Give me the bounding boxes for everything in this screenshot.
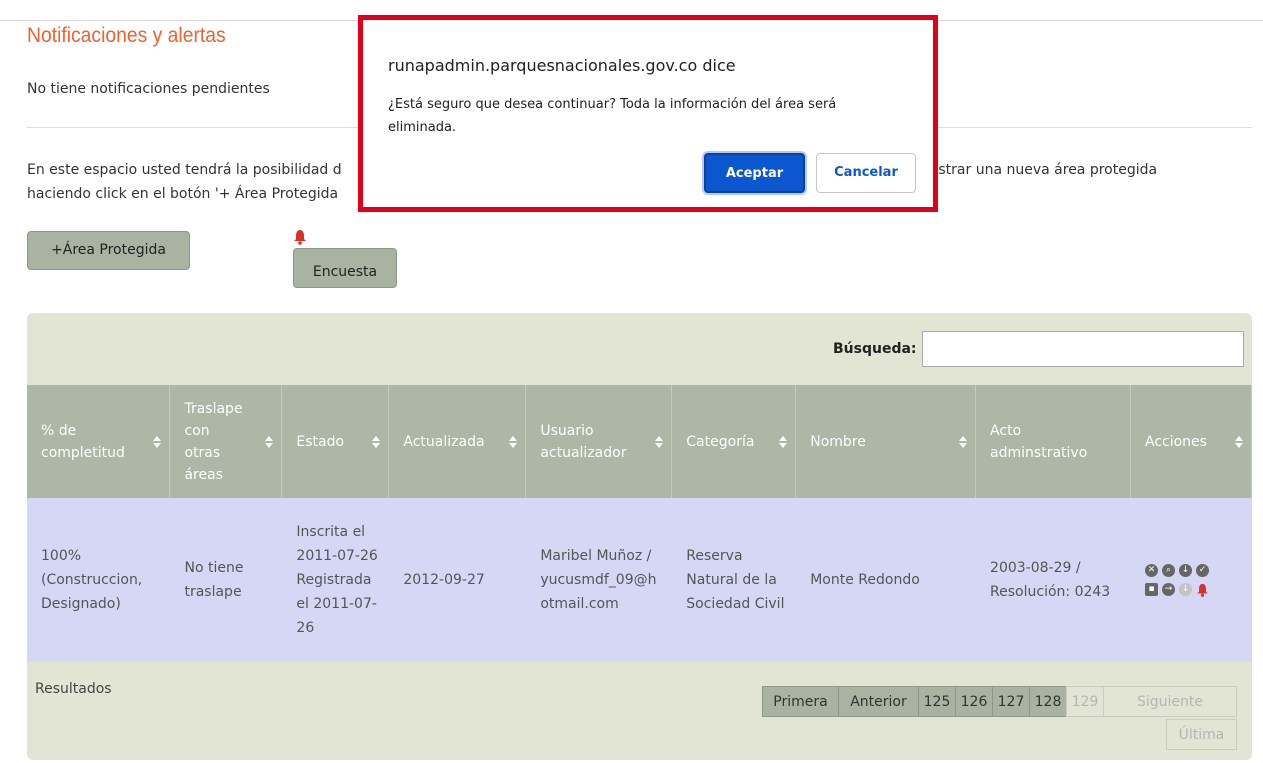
add-area-button[interactable]: +Área Protegida — [27, 231, 190, 270]
dialog-cancel-button[interactable]: Cancelar — [816, 153, 916, 193]
check-icon[interactable]: ✓ — [1196, 563, 1209, 577]
table-row[interactable]: 100% (Construccion, Designado) No tiene … — [27, 498, 1252, 662]
areas-table: % de completitud Traslape con otras área… — [27, 385, 1252, 662]
sort-icon — [509, 435, 518, 448]
pagination-page[interactable]: 128 — [1029, 686, 1067, 717]
sort-icon — [959, 435, 968, 448]
column-header-acto[interactable]: Acto adminstrativo — [975, 385, 1131, 498]
column-header-completitud[interactable]: % de completitud — [27, 385, 171, 498]
pagination-last: Última — [1166, 719, 1237, 750]
download-disabled-icon: ↓ — [1179, 582, 1192, 596]
dialog-message: ¿Está seguro que desea continuar? Toda l… — [388, 97, 837, 135]
pagination-page[interactable]: 127 — [992, 686, 1030, 717]
row-actions: ✕ ⌕ ↓ ✓ ▪ → ↓ — [1145, 563, 1241, 597]
results-label: Resultados — [35, 681, 112, 697]
column-header-actualizada[interactable]: Actualizada — [388, 385, 527, 498]
column-header-acciones[interactable]: Acciones — [1130, 385, 1252, 498]
sort-icon — [372, 435, 381, 448]
image-icon[interactable]: ▪ — [1145, 582, 1158, 596]
cell-acciones: ✕ ⌕ ↓ ✓ ▪ → ↓ — [1130, 498, 1252, 662]
column-header-estado[interactable]: Estado — [281, 385, 390, 498]
column-header-label: Actualizada — [403, 433, 485, 450]
cell-traslape: No tiene traslape — [169, 498, 283, 662]
pagination-first[interactable]: Primera — [762, 686, 839, 717]
sort-icon — [1235, 435, 1243, 448]
delete-icon[interactable]: ✕ — [1145, 563, 1158, 577]
column-header-usuario[interactable]: Usuario actualizador — [525, 385, 673, 498]
download-icon[interactable]: ↓ — [1179, 563, 1192, 577]
cell-estado: Inscrita el 2011-07-26 Registrada el 201… — [281, 498, 390, 662]
arrow-right-icon[interactable]: → — [1162, 582, 1175, 596]
pagination-page-current: 129 — [1066, 686, 1104, 717]
column-header-label: Categoría — [686, 433, 755, 450]
cell-acto: 2003-08-29 / Resolución: 0243 — [975, 498, 1131, 662]
column-header-label: Estado — [296, 433, 345, 450]
column-header-traslape[interactable]: Traslape con otras áreas — [169, 385, 283, 498]
cell-completitud: 100% (Construccion, Designado) — [27, 498, 171, 662]
column-header-label: Nombre — [810, 433, 866, 450]
bell-icon[interactable] — [1196, 583, 1209, 597]
sort-icon — [779, 435, 788, 448]
column-header-label: Acciones — [1145, 433, 1207, 450]
cell-nombre: Monte Redondo — [795, 498, 977, 662]
table-header-row: % de completitud Traslape con otras área… — [27, 385, 1252, 498]
column-header-label: Acto adminstrativo — [990, 422, 1088, 461]
cell-actualizada: 2012-09-27 — [388, 498, 527, 662]
pagination-previous[interactable]: Anterior — [838, 686, 919, 717]
pagination-next: Siguiente — [1103, 686, 1237, 717]
cell-usuario: Maribel Muñoz / yucusmdf_09@hotmail.com — [525, 498, 673, 662]
dialog-site-title: runapadmin.parquesnacionales.gov.co dice — [388, 56, 736, 75]
column-header-label: Usuario actualizador — [540, 422, 627, 461]
search-label: Búsqueda: — [833, 341, 917, 357]
column-header-label: Traslape con otras áreas — [184, 400, 243, 483]
search-input[interactable] — [922, 331, 1244, 367]
survey-button[interactable]: Encuesta — [293, 248, 397, 288]
cell-categoria: Reserva Natural de la Sociedad Civil — [671, 498, 797, 662]
confirm-dialog: runapadmin.parquesnacionales.gov.co dice… — [358, 15, 938, 212]
search-icon[interactable]: ⌕ — [1162, 563, 1175, 577]
pagination-page[interactable]: 126 — [955, 686, 993, 717]
column-header-nombre[interactable]: Nombre — [795, 385, 977, 498]
intro-line1-right: egistrar una nueva área protegida — [917, 162, 1158, 178]
pagination-page[interactable]: 125 — [918, 686, 956, 717]
notifications-title: Notificaciones y alertas — [27, 24, 226, 47]
bell-icon — [294, 230, 306, 245]
column-header-label: % de completitud — [41, 422, 125, 461]
sort-icon — [153, 435, 162, 448]
dialog-ok-button[interactable]: Aceptar — [704, 153, 805, 193]
sort-icon — [655, 435, 664, 448]
column-header-categoria[interactable]: Categoría — [671, 385, 797, 498]
notifications-empty-text: No tiene notificaciones pendientes — [27, 81, 270, 97]
sort-icon — [265, 435, 274, 448]
